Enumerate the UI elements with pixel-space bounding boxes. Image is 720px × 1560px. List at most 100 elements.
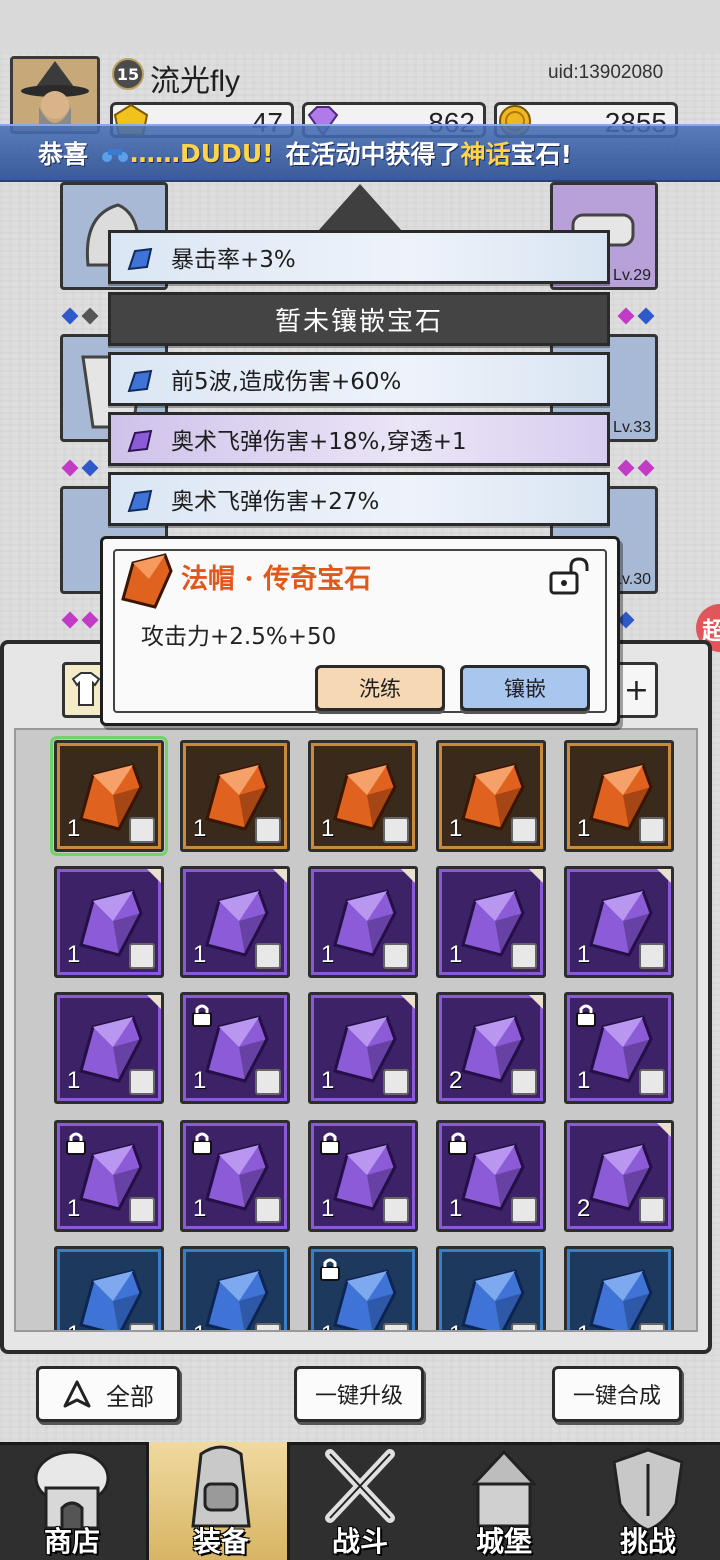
gem-cell[interactable]: 1 <box>564 740 674 852</box>
nav-castle[interactable]: 城堡 <box>432 1442 576 1560</box>
gem-slot-2-empty[interactable]: 暂未镶嵌宝石 <box>108 292 610 346</box>
triangle-up-icon <box>63 1380 91 1408</box>
gem-count: 1 <box>577 1321 590 1330</box>
ring-icon <box>129 817 155 843</box>
gem-cell[interactable]: 1 <box>564 1246 674 1330</box>
socket-indicators-right-1 <box>617 307 655 325</box>
gem-count: 2 <box>449 1067 463 1094</box>
lock-icon <box>192 1132 212 1155</box>
refine-button[interactable]: 洗练 <box>315 665 445 711</box>
gem-count: 1 <box>449 815 463 842</box>
player-level-badge: 15 <box>112 58 144 90</box>
ring-icon <box>639 1323 665 1330</box>
rare-gem-icon <box>461 1269 525 1330</box>
player-avatar[interactable] <box>10 56 100 134</box>
gem-cell[interactable]: 1 <box>308 992 418 1104</box>
announce-suffix: 宝石! <box>510 140 572 169</box>
gem-count: 1 <box>193 1067 207 1094</box>
gem-cell[interactable]: 1 <box>50 736 168 856</box>
gem-cell[interactable]: 1 <box>54 866 164 978</box>
filter-all-button[interactable]: 全部 <box>36 1366 180 1422</box>
merge-all-button[interactable]: 一键合成 <box>552 1366 682 1422</box>
gem-cell[interactable]: 1 <box>436 1246 546 1330</box>
gem-slot-3[interactable]: 前5波,造成伤害+60% <box>108 352 610 406</box>
ring-icon <box>511 1323 537 1330</box>
amulet-icon <box>639 817 665 843</box>
gem-cell[interactable]: 1 <box>180 1120 290 1232</box>
nav-equipment[interactable]: 装备 <box>146 1442 290 1560</box>
gem-count: 1 <box>193 815 207 842</box>
socket-indicators-left-3 <box>61 611 99 629</box>
gem-cell[interactable]: 1 <box>436 740 546 852</box>
hat-icon <box>383 817 409 843</box>
lock-icon <box>66 1132 86 1155</box>
boot-icon <box>129 1069 155 1095</box>
staff-icon <box>255 1197 281 1223</box>
gem-slot-5[interactable]: 奥术飞弹伤害+27% <box>108 472 610 526</box>
legendary-gem-icon <box>121 553 173 609</box>
gem-cell[interactable]: 1 <box>436 1120 546 1232</box>
robe-icon <box>511 943 537 969</box>
gem-count: 1 <box>193 1321 206 1330</box>
gem-count: 1 <box>577 941 591 968</box>
motorcycle-icon <box>102 149 129 162</box>
ring-icon <box>129 943 155 969</box>
nav-challenge[interactable]: 挑战 <box>576 1442 720 1560</box>
hat-icon <box>511 817 537 843</box>
gem-slot-4[interactable]: 奥术飞弹伤害+18%,穿透+1 <box>108 412 610 466</box>
new-corner-marker <box>657 869 671 883</box>
gem-count: 1 <box>577 1067 591 1094</box>
announce-highlight: 神话 <box>460 140 511 169</box>
new-corner-marker <box>401 995 415 1009</box>
gem-cell[interactable]: 1 <box>180 992 290 1104</box>
gem-detail-stat: 攻击力+2.5%+50 <box>141 624 337 650</box>
lock-icon <box>320 1258 340 1281</box>
gem-cell[interactable]: 1 <box>308 1120 418 1232</box>
gem-cell[interactable]: 2 <box>564 1120 674 1232</box>
inlay-button[interactable]: 镶嵌 <box>460 665 590 711</box>
nav-battle[interactable]: 战斗 <box>288 1442 432 1560</box>
lock-icon <box>576 1004 596 1027</box>
gem-cell[interactable]: 1 <box>180 1246 290 1330</box>
socket-indicators-left-1 <box>61 307 99 325</box>
purple-gem-icon <box>127 429 153 453</box>
slot-level: Lv.29 <box>613 267 651 284</box>
gem-slot-text: 暴击率+3% <box>171 247 296 273</box>
gem-cell[interactable]: 1 <box>308 740 418 852</box>
unlock-icon[interactable] <box>547 557 593 597</box>
new-corner-marker <box>657 1123 671 1137</box>
upgrade-all-button[interactable]: 一键升级 <box>294 1366 424 1422</box>
gem-count: 1 <box>193 1195 207 1222</box>
boot-icon <box>511 1069 537 1095</box>
gem-cell[interactable]: 1 <box>308 1246 418 1330</box>
blue-gem-icon <box>127 489 153 513</box>
announce-prefix: 恭喜 <box>38 140 89 169</box>
gem-cell[interactable]: 1 <box>180 866 290 978</box>
ring-icon <box>383 943 409 969</box>
new-corner-marker <box>529 995 543 1009</box>
lock-icon <box>320 1132 340 1155</box>
amulet-icon <box>639 1197 665 1223</box>
lock-icon <box>192 1004 212 1027</box>
player-name: 流光fly <box>150 65 240 98</box>
gem-cell[interactable]: 1 <box>564 866 674 978</box>
gem-slot-1[interactable]: 暴击率+3% <box>108 230 610 284</box>
announce-player: ……DUDU! <box>130 138 274 168</box>
gem-cell[interactable]: 1 <box>54 1246 164 1330</box>
socket-indicators-left-2 <box>61 459 99 477</box>
gem-cell[interactable]: 1 <box>308 866 418 978</box>
gem-cell[interactable]: 1 <box>54 992 164 1104</box>
gem-cell[interactable]: 2 <box>436 992 546 1104</box>
gem-count: 1 <box>321 1195 335 1222</box>
new-corner-marker <box>401 869 415 883</box>
ring-icon <box>129 1323 155 1330</box>
gem-cell[interactable]: 1 <box>180 740 290 852</box>
gem-slot-text: 奥术飞弹伤害+18%,穿透+1 <box>171 429 467 455</box>
gem-count: 1 <box>193 941 207 968</box>
nav-shop[interactable]: 商店 <box>0 1442 144 1560</box>
gem-cell[interactable]: 1 <box>436 866 546 978</box>
new-corner-marker <box>147 995 161 1009</box>
gem-cell[interactable]: 1 <box>564 992 674 1104</box>
gem-cell[interactable]: 1 <box>54 1120 164 1232</box>
rare-gem-icon <box>79 1269 143 1330</box>
